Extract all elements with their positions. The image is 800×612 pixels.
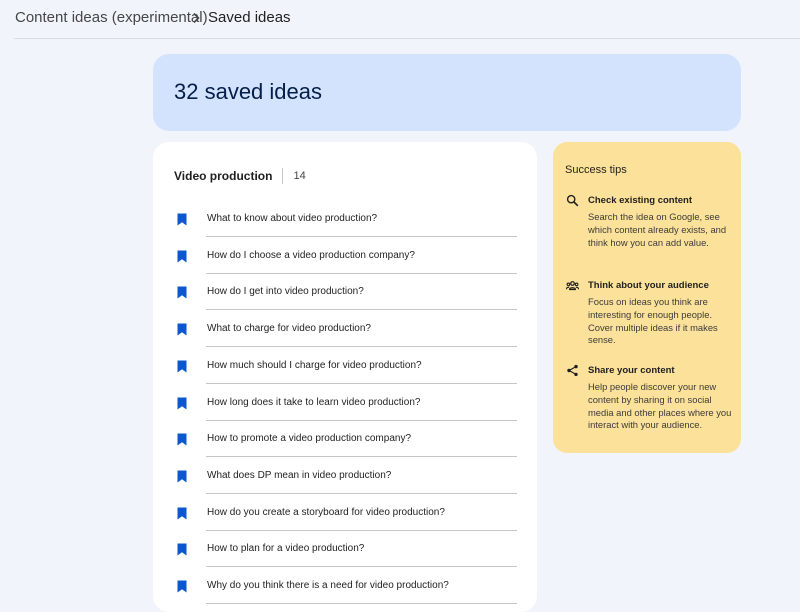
tip-body: Help people discover your new content by…: [588, 381, 732, 431]
bookmark-icon[interactable]: [177, 360, 187, 373]
page-title: 32 saved ideas: [174, 79, 322, 104]
bookmark-icon[interactable]: [177, 580, 187, 593]
success-tips-card: Success tips Check existing content Sear…: [553, 142, 741, 453]
tip-title: Share your content: [588, 365, 675, 376]
idea-text: What does DP mean in video production?: [207, 469, 392, 481]
bookmark-icon[interactable]: [177, 433, 187, 446]
bookmark-icon[interactable]: [177, 543, 187, 556]
topic-title: Video production: [174, 169, 273, 183]
breadcrumb-content-ideas[interactable]: Content ideas (experimental): [15, 9, 208, 26]
breadcrumb-saved-ideas: Saved ideas: [208, 9, 291, 26]
bookmark-icon[interactable]: [177, 397, 187, 410]
top-bar-divider: [14, 38, 800, 39]
idea-text: Why do you think there is a need for vid…: [207, 580, 449, 591]
tip-body: Focus on ideas you think are interesting…: [588, 296, 718, 346]
idea-text: How to plan for a video production?: [207, 543, 365, 555]
list-item[interactable]: How do I choose a video production compa…: [153, 238, 537, 275]
bookmark-icon[interactable]: [177, 507, 187, 520]
idea-text: How do you create a storyboard for video…: [207, 506, 445, 518]
ideas-list-card: Video production 14 What to know about v…: [153, 142, 537, 612]
saved-ideas-banner: 32 saved ideas: [153, 54, 741, 131]
idea-text: What to know about video production?: [207, 213, 378, 224]
list-item[interactable]: Why do you think there is a need for vid…: [153, 568, 537, 605]
tip-body: Search the idea on Google, see which con…: [588, 211, 727, 248]
chevron-right-icon: [193, 12, 200, 24]
bookmark-icon[interactable]: [177, 213, 187, 226]
idea-text: What to charge for video production?: [207, 323, 371, 335]
bookmark-icon[interactable]: [177, 470, 187, 483]
people-icon: [566, 281, 579, 291]
list-item[interactable]: How do you create a storyboard for video…: [153, 495, 537, 532]
bookmark-icon[interactable]: [177, 250, 187, 263]
top-bar: Content ideas (experimental) Saved ideas: [0, 0, 800, 38]
tip-title: Think about your audience: [588, 280, 709, 291]
list-item[interactable]: How to promote a video production compan…: [153, 421, 537, 458]
share-icon: [567, 364, 578, 377]
idea-text: How do I get into video production?: [207, 286, 364, 298]
bookmark-icon[interactable]: [177, 286, 187, 299]
divider: [282, 168, 284, 184]
tip-title: Check existing content: [588, 195, 692, 206]
search-icon: [566, 194, 579, 207]
idea-text: How long does it take to learn video pro…: [207, 396, 421, 408]
idea-text: How much should I charge for video produ…: [207, 359, 422, 371]
divider: [206, 603, 517, 604]
list-item[interactable]: How do I get into video production?: [153, 274, 537, 311]
idea-text: How to promote a video production compan…: [207, 433, 412, 445]
list-item[interactable]: What does DP mean in video production?: [153, 458, 537, 495]
list-item[interactable]: How long does it take to learn video pro…: [153, 385, 537, 422]
list-item[interactable]: How much should I charge for video produ…: [153, 348, 537, 385]
list-item[interactable]: What to charge for video production?: [153, 311, 537, 348]
topic-header: Video production 14: [174, 168, 306, 184]
list-item[interactable]: How to plan for a video production?: [153, 531, 537, 568]
list-item[interactable]: What to know about video production?: [153, 201, 537, 238]
topic-count: 14: [293, 170, 306, 182]
idea-text: How do I choose a video production compa…: [207, 249, 415, 261]
tips-title: Success tips: [565, 164, 627, 176]
bookmark-icon[interactable]: [177, 323, 187, 336]
